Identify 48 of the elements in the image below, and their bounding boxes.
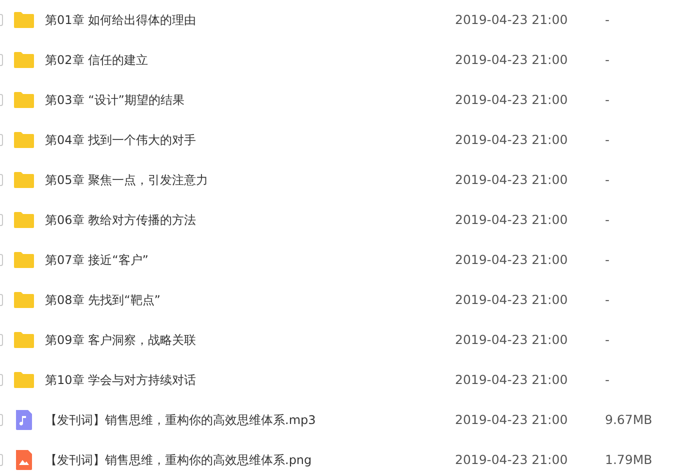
folder-icon (13, 49, 35, 71)
file-name[interactable]: 第04章 找到一个伟大的对手 (45, 133, 196, 147)
folder-icon (13, 209, 35, 231)
folder-icon (13, 249, 35, 271)
file-size: - (605, 372, 610, 387)
modified-date: 2019-04-23 21:00 (455, 212, 568, 227)
file-size: - (605, 92, 610, 107)
file-size: - (605, 292, 610, 307)
image-file-icon (13, 449, 35, 471)
modified-date: 2019-04-23 21:00 (455, 12, 568, 27)
file-name[interactable]: 第10章 学会与对方持续对话 (45, 373, 196, 387)
file-name[interactable]: 第03章 “设计”期望的结果 (45, 93, 185, 107)
file-size: - (605, 172, 610, 187)
folder-icon (13, 129, 35, 151)
modified-date: 2019-04-23 21:00 (455, 92, 568, 107)
file-size: 1.79MB (605, 452, 652, 467)
file-size: - (605, 332, 610, 347)
folder-icon (13, 329, 35, 351)
modified-date: 2019-04-23 21:00 (455, 252, 568, 267)
modified-date: 2019-04-23 21:00 (455, 292, 568, 307)
file-name[interactable]: 第01章 如何给出得体的理由 (45, 13, 196, 27)
file-size: - (605, 132, 610, 147)
file-name[interactable]: 第02章 信任的建立 (45, 53, 148, 67)
file-name[interactable]: 【发刊词】销售思维，重构你的高效思维体系.mp3 (45, 413, 316, 427)
modified-date: 2019-04-23 21:00 (455, 332, 568, 347)
modified-date: 2019-04-23 21:00 (455, 452, 568, 467)
modified-date: 2019-04-23 21:00 (455, 52, 568, 67)
file-name[interactable]: 第09章 客户洞察，战略关联 (45, 333, 196, 347)
folder-icon (13, 289, 35, 311)
modified-date: 2019-04-23 21:00 (455, 372, 568, 387)
modified-date: 2019-04-23 21:00 (455, 132, 568, 147)
file-name[interactable]: 第05章 聚焦一点，引发注意力 (45, 173, 208, 187)
file-name[interactable]: 【发刊词】销售思维，重构你的高效思维体系.png (45, 453, 312, 467)
music-file-icon (13, 409, 35, 431)
folder-icon (13, 369, 35, 391)
file-size: - (605, 52, 610, 67)
file-size: - (605, 212, 610, 227)
file-name[interactable]: 第08章 先找到“靶点” (45, 293, 161, 307)
file-name[interactable]: 第06章 教给对方传播的方法 (45, 213, 196, 227)
folder-icon (13, 9, 35, 31)
folder-icon (13, 169, 35, 191)
file-size: 9.67MB (605, 412, 652, 427)
file-name[interactable]: 第07章 接近“客户” (45, 253, 149, 267)
modified-date: 2019-04-23 21:00 (455, 412, 568, 427)
file-size: - (605, 12, 610, 27)
folder-icon (13, 89, 35, 111)
file-size: - (605, 252, 610, 267)
modified-date: 2019-04-23 21:00 (455, 172, 568, 187)
